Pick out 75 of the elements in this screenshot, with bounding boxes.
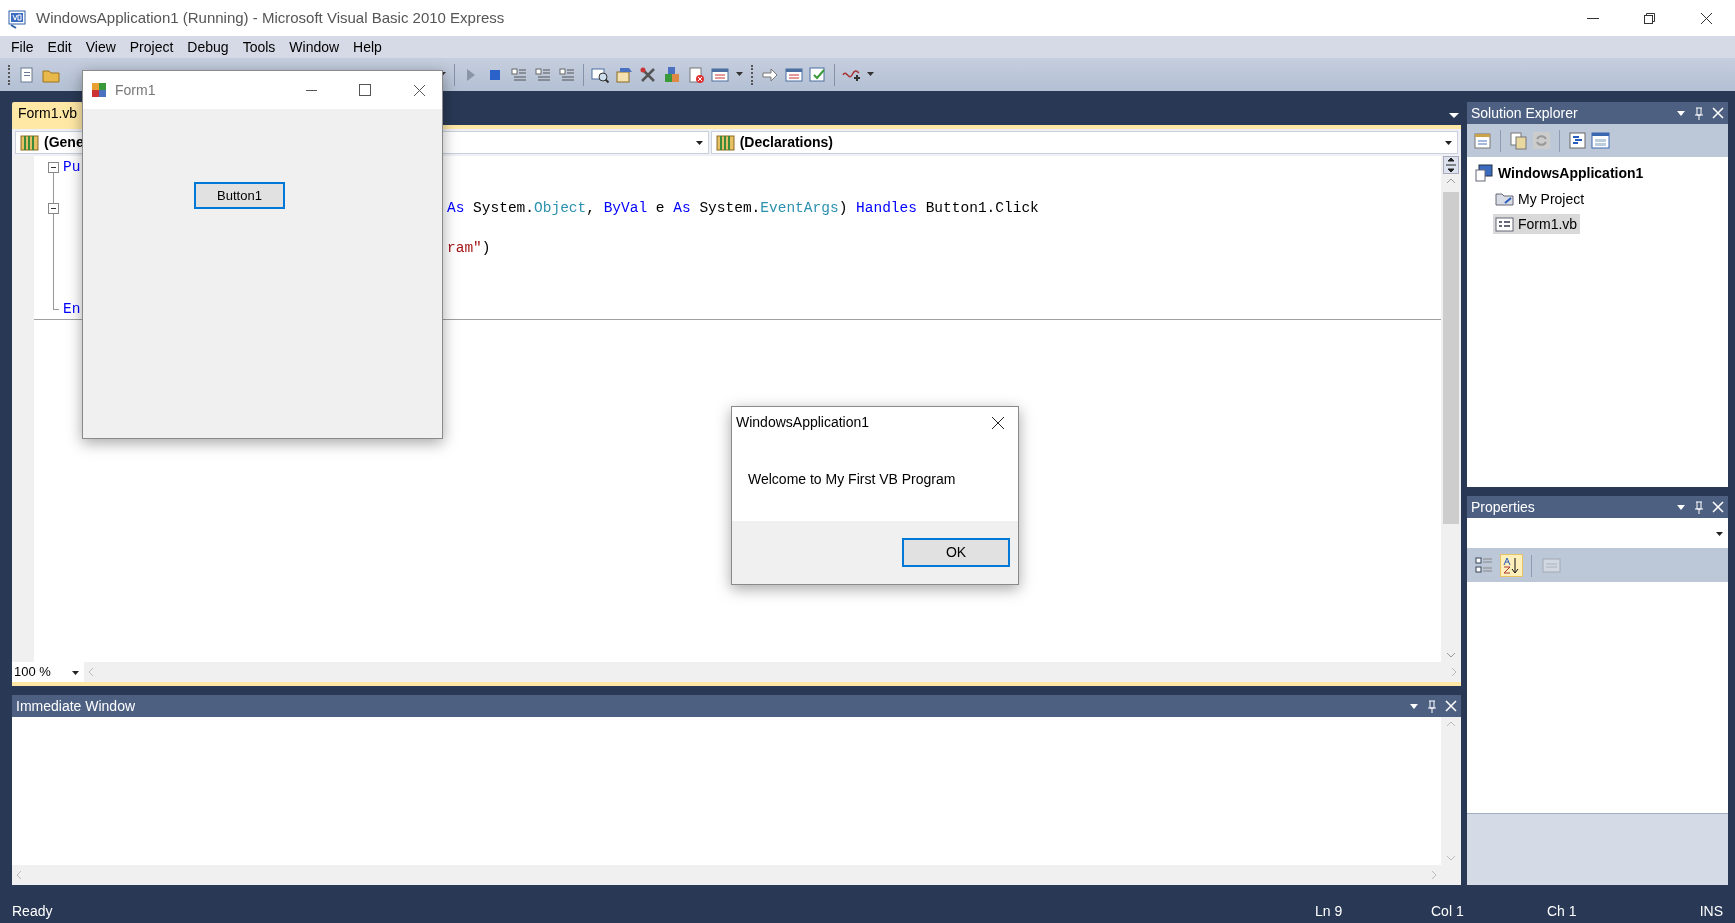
alphabetical-button[interactable] [1500,554,1523,577]
menu-item[interactable]: Debug [180,36,236,58]
code-view-icon[interactable] [1568,131,1587,150]
solution-icon [1475,163,1494,183]
panel-title: Solution Explorer [1471,104,1578,123]
maximize-icon [359,84,371,96]
collapse-icon[interactable] [48,162,59,173]
menu-item[interactable]: Tools [235,36,283,58]
minimize-icon [305,89,317,91]
dialog-message: Welcome to My First VB Program [748,470,956,489]
form-icon [1495,214,1514,234]
indent-icon[interactable] [558,65,576,84]
member-dropdown[interactable]: (Declarations) [710,131,1458,154]
close-icon [992,416,1004,429]
pin-icon[interactable] [1694,106,1704,120]
code-line: As System.Object, ByVal e As System.EventArgs) Handles Button1.Click [447,198,1039,218]
status-field: Ln 9 [1315,901,1431,922]
wrench-icon[interactable] [639,65,657,84]
splitter-icon[interactable] [1443,156,1459,174]
form-icon [91,82,107,98]
window-title: Form1 [115,80,156,100]
class-icon [715,133,736,152]
zoom-dropdown[interactable]: 100 % [12,662,84,682]
menu-item[interactable]: Project [122,36,181,58]
menu-item[interactable]: Help [346,36,389,58]
tree-item[interactable]: WindowsApplication1 [1473,163,1647,183]
ok-button[interactable]: OK [902,538,1010,567]
checklist-icon[interactable] [809,65,827,84]
code-line: ram") [447,239,491,259]
magnifier-icon[interactable] [591,65,609,84]
close-icon [413,84,425,96]
pin-icon[interactable] [1694,500,1704,514]
form-button[interactable]: Button1 [194,182,285,209]
app-icon [8,8,28,29]
properties-window-icon[interactable] [1473,131,1492,150]
panel-title: Properties [1471,498,1535,517]
status-field: Ch 1 [1547,901,1663,922]
copy-icon[interactable] [1509,131,1528,150]
code-line: En [63,300,81,320]
vertical-scrollbar[interactable] [1441,156,1461,662]
menu-item[interactable]: Window [282,36,347,58]
menu-item[interactable]: Edit [40,36,79,58]
close-icon[interactable] [1445,699,1457,713]
menu-item[interactable]: File [4,36,41,58]
status-text: Ready [12,902,53,921]
document-tab[interactable]: Form1.vb [12,102,84,125]
close-icon[interactable] [1712,500,1724,514]
tree-item[interactable]: Form1.vb [1493,214,1581,234]
indent-icon[interactable] [534,65,552,84]
indent-icon[interactable] [510,65,528,84]
collapse-icon[interactable] [48,202,59,214]
status-field: Col 1 [1431,901,1547,922]
status-field: INS [1663,901,1723,922]
dropdown-value: (Gene [44,133,84,152]
pin-icon[interactable] [1427,699,1437,713]
caret-icon [1444,138,1453,147]
window-title: WindowsApplication1 (Running) - Microsoft Visual Basic 2010 Express [36,7,505,28]
scroll-thumb[interactable] [1443,192,1459,524]
code-line: Pu [63,158,81,177]
restore-icon [1644,12,1655,24]
blocks-icon[interactable] [663,65,681,84]
menu-item[interactable]: View [78,36,123,58]
caret-icon [694,138,704,147]
panel-title: Immediate Window [16,697,136,716]
dropdown-value: (Declarations) [739,133,834,152]
list-icon[interactable] [711,65,729,84]
clipboard-icon[interactable] [687,65,705,84]
class-icon [20,133,40,152]
dialog-title: WindowsApplication1 [736,413,870,432]
minimize-icon [1586,17,1599,19]
list-icon[interactable] [785,65,803,84]
close-icon [1701,12,1712,24]
tree-item[interactable]: My Project [1493,188,1588,209]
designer-icon[interactable] [1591,131,1610,150]
close-icon[interactable] [1712,106,1724,120]
